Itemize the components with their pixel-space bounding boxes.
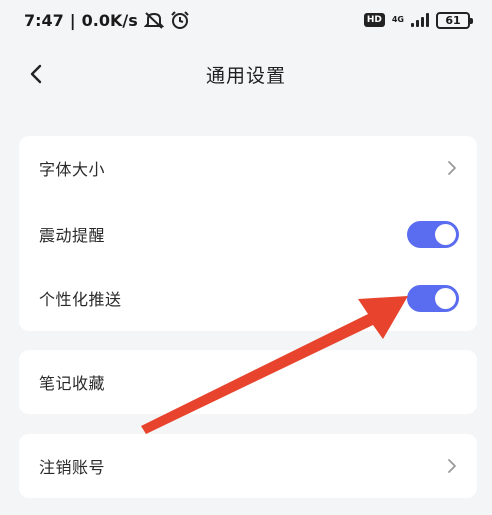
status-time: 7:47 <box>24 10 64 30</box>
settings-group-3: 注销账号 <box>19 434 477 498</box>
signal-icon <box>411 13 429 27</box>
note-favorites-row[interactable]: 笔记收藏 <box>19 350 477 414</box>
network-type: 4G <box>392 16 404 24</box>
vibration-label: 震动提醒 <box>39 226 106 245</box>
hd-icon: HD <box>363 13 385 27</box>
settings-group-1: 字体大小 震动提醒 个性化推送 <box>19 136 477 331</box>
chevron-right-icon <box>445 161 459 175</box>
personalized-push-label: 个性化推送 <box>39 290 122 309</box>
settings-group-2: 笔记收藏 <box>19 350 477 414</box>
status-bar: 7:47 | 0.0K/s HD 4G 61 <box>0 0 492 40</box>
network-type-label: 4G <box>391 15 404 24</box>
note-favorites-label: 笔记收藏 <box>39 374 106 393</box>
status-net-speed: 0.0K/s <box>81 10 138 30</box>
nav-bar: 通用设置 <box>0 48 492 100</box>
alarm-icon <box>170 10 190 30</box>
status-separator: | <box>69 10 76 30</box>
battery-icon: 61 <box>436 11 473 29</box>
chevron-right-icon <box>445 459 459 473</box>
personalized-push-row: 个性化推送 <box>19 266 477 330</box>
general-settings-screen: 7:47 | 0.0K/s HD 4G 61 通用设置 字体大小 震动提醒 个性… <box>0 0 492 515</box>
page-title: 通用设置 <box>205 64 286 87</box>
personalized-push-toggle[interactable] <box>407 284 459 312</box>
vibration-row: 震动提醒 <box>19 202 477 266</box>
toggle-knob <box>435 287 456 309</box>
status-right: HD 4G 61 <box>363 11 473 29</box>
cancel-account-row[interactable]: 注销账号 <box>19 434 477 498</box>
battery-level: 61 <box>445 13 461 27</box>
back-arrow-icon <box>30 64 42 84</box>
mute-icon <box>143 11 164 29</box>
toggle-knob <box>435 223 456 245</box>
font-size-label: 字体大小 <box>39 160 106 179</box>
cancel-account-label: 注销账号 <box>39 458 106 477</box>
font-size-row[interactable]: 字体大小 <box>19 136 477 200</box>
vibration-toggle[interactable] <box>407 220 459 248</box>
status-left: 7:47 | 0.0K/s <box>24 10 190 30</box>
back-button[interactable] <box>22 60 50 88</box>
